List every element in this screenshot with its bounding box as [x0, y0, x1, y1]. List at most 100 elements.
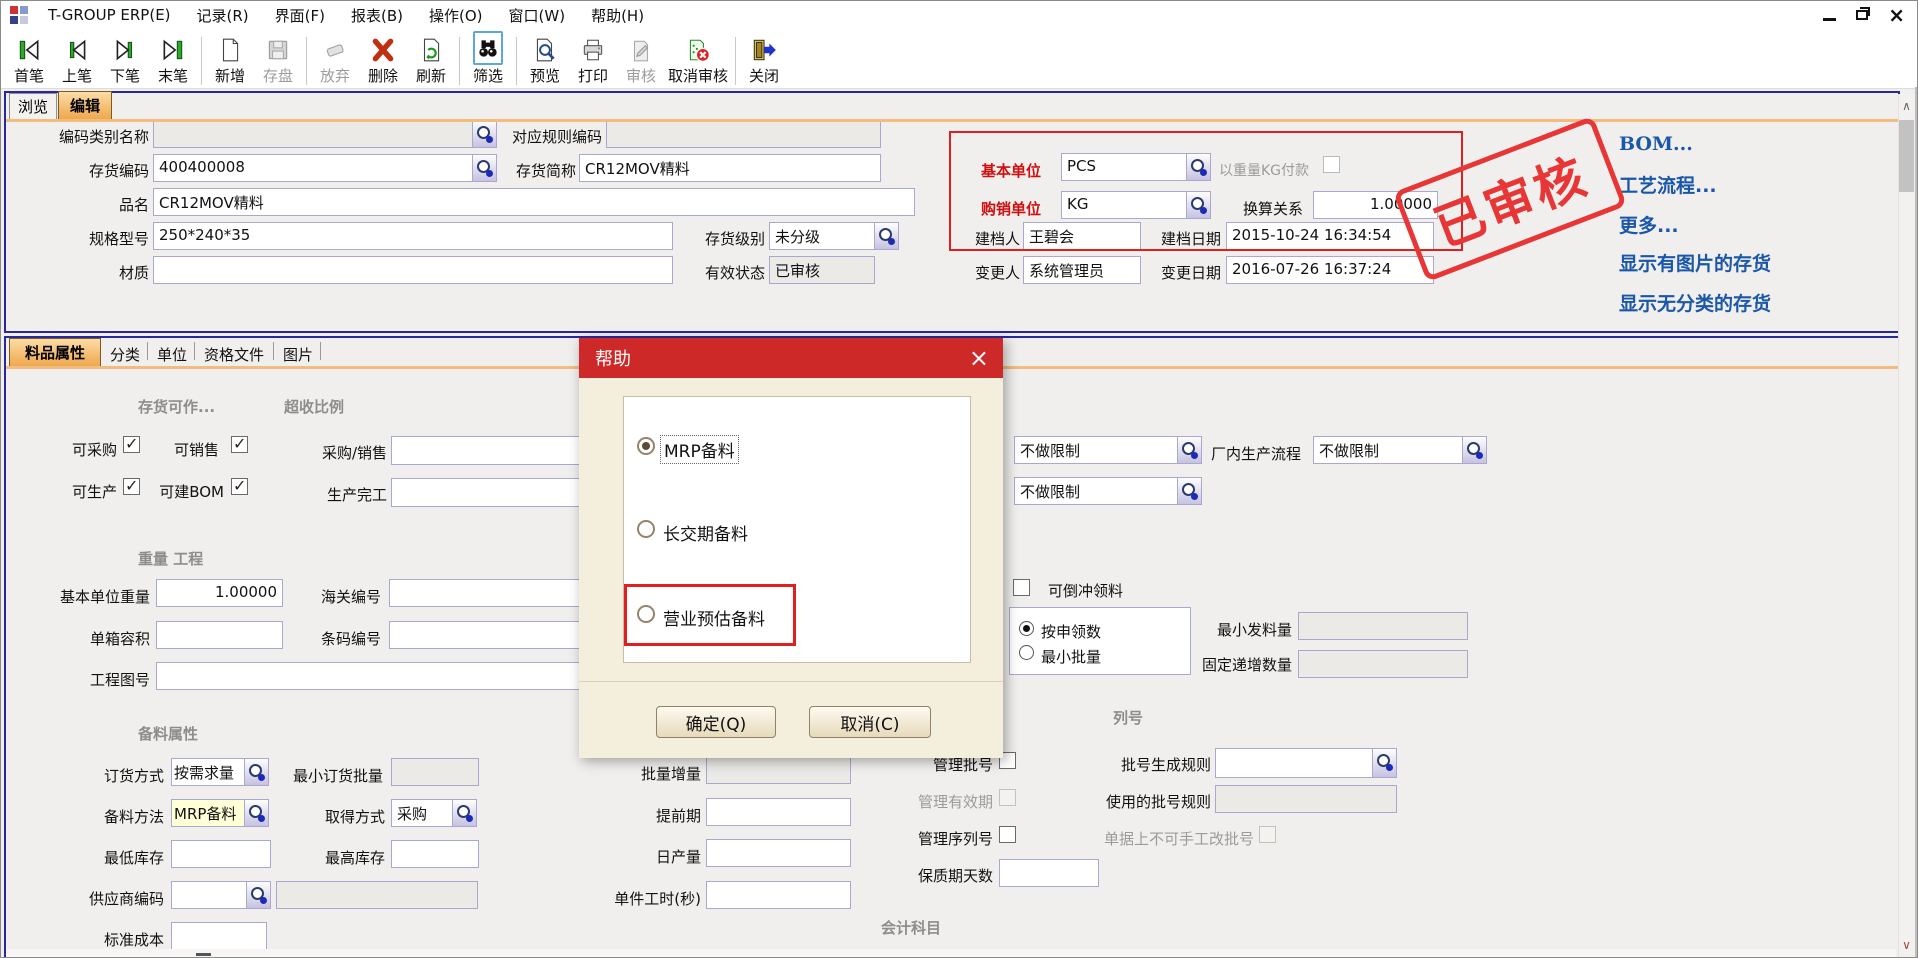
supplier-code-lookup-icon[interactable]	[247, 881, 271, 909]
purchasable-checkbox[interactable]	[123, 436, 140, 453]
can-bom-checkbox[interactable]	[231, 478, 248, 495]
order-mode-field[interactable]: 按需求量	[171, 758, 245, 786]
tab-unit[interactable]: 单位	[157, 344, 187, 365]
batch-rule-lookup-icon[interactable]	[1373, 748, 1397, 778]
toolbar-print[interactable]: 打印	[569, 34, 617, 88]
minimize-icon[interactable]	[1823, 18, 1836, 21]
acquire-mode-field[interactable]: 采购	[391, 799, 453, 827]
acquire-mode-lookup-icon[interactable]	[453, 799, 477, 827]
scroll-down-icon[interactable]: ∨	[1898, 933, 1915, 957]
show-unclassified-link[interactable]: 显示无分类的存货	[1619, 289, 1771, 316]
base-weight-field[interactable]: 1.00000	[156, 579, 283, 607]
toolbar-close[interactable]: 关闭	[740, 34, 788, 88]
tab-browse[interactable]: 浏览	[9, 93, 57, 119]
horizontal-scrollbar-thumb[interactable]	[196, 953, 211, 956]
toolbar-last-record[interactable]: 末笔	[149, 34, 197, 88]
supplier-code-field[interactable]	[171, 881, 247, 909]
menu-report[interactable]: 报表(B)	[338, 5, 416, 26]
prep-method-lookup-icon[interactable]	[245, 799, 269, 827]
help-dialog-titlebar[interactable]: 帮助 ×	[579, 338, 1003, 378]
bom-link[interactable]: BOM...	[1619, 133, 1693, 155]
limit2-field[interactable]: 不做限制	[1014, 477, 1178, 505]
toolbar-delete[interactable]: 删除	[359, 34, 407, 88]
option-long-lead-label[interactable]: 长交期备料	[663, 520, 748, 545]
limit2-lookup-icon[interactable]	[1178, 477, 1202, 505]
menu-tgroup-erp[interactable]: T-GROUP ERP(E)	[35, 6, 184, 24]
drawing-number-field[interactable]	[156, 662, 591, 690]
product-name-field[interactable]: CR12MOV精料	[153, 188, 915, 216]
material-field[interactable]	[153, 256, 673, 284]
scroll-up-icon[interactable]: ∧	[1898, 94, 1915, 118]
tab-classification[interactable]: 分类	[110, 344, 140, 365]
code-category-field[interactable]	[153, 120, 473, 148]
cancel-button[interactable]: 取消(C)	[809, 706, 931, 738]
more-link[interactable]: 更多...	[1619, 211, 1679, 238]
menu-help[interactable]: 帮助(H)	[578, 5, 657, 26]
min-issue-label: 最小发料量	[1214, 619, 1292, 640]
spec-field[interactable]: 250*240*35	[153, 222, 673, 250]
limit1-lookup-icon[interactable]	[1178, 436, 1202, 464]
box-volume-field[interactable]	[156, 621, 283, 649]
by-application-radio[interactable]	[1019, 621, 1034, 636]
tab-qualification-files[interactable]: 资格文件	[204, 344, 264, 365]
daily-output-field[interactable]	[706, 839, 851, 867]
customs-code-field[interactable]	[389, 579, 591, 607]
toolbar-refresh[interactable]: 刷新	[407, 34, 455, 88]
production-done-field[interactable]	[391, 478, 591, 507]
menu-operation[interactable]: 操作(O)	[416, 5, 496, 26]
modify-date-field[interactable]: 2016-07-26 16:37:24	[1226, 256, 1434, 284]
min-stock-field[interactable]	[171, 840, 271, 868]
menu-record[interactable]: 记录(R)	[184, 5, 262, 26]
code-category-lookup-icon[interactable]	[473, 120, 497, 148]
toolbar-filter[interactable]: 筛选	[464, 30, 512, 88]
menu-interface[interactable]: 界面(F)	[262, 5, 338, 26]
level-field[interactable]: 未分级	[769, 222, 875, 250]
vertical-scrollbar-thumb[interactable]	[1899, 120, 1914, 192]
ok-button[interactable]: 确定(Q)	[656, 706, 776, 738]
backflush-checkbox[interactable]	[1013, 579, 1030, 596]
dialog-close-icon[interactable]: ×	[969, 346, 989, 370]
limit1-field[interactable]: 不做限制	[1014, 436, 1178, 464]
close-window-icon[interactable]: ×	[1888, 7, 1905, 23]
factory-flow-field[interactable]: 不做限制	[1313, 436, 1463, 464]
toolbar-new[interactable]: 新增	[206, 34, 254, 88]
item-abbr-field[interactable]: CR12MOV精料	[579, 154, 881, 182]
order-mode-lookup-icon[interactable]	[245, 758, 269, 786]
min-batch-radio[interactable]	[1019, 645, 1034, 660]
manage-serial-checkbox[interactable]	[999, 826, 1016, 843]
process-flow-link[interactable]: 工艺流程...	[1619, 171, 1717, 198]
toolbar-preview[interactable]: 预览	[521, 34, 569, 88]
batch-rule-field[interactable]	[1215, 748, 1373, 778]
lead-time-field[interactable]	[706, 798, 851, 826]
level-lookup-icon[interactable]	[875, 222, 899, 250]
tab-item-attributes[interactable]: 料品属性	[9, 338, 101, 366]
rule-code-field[interactable]	[606, 120, 881, 148]
menu-window[interactable]: 窗口(W)	[496, 5, 579, 26]
tab-edit[interactable]: 编辑	[58, 91, 112, 119]
std-cost-field[interactable]	[171, 922, 267, 950]
over-purchase-sale-field[interactable]	[391, 436, 591, 465]
toolbar-next-record[interactable]: 下笔	[101, 34, 149, 88]
unit-hours-field[interactable]	[706, 881, 851, 909]
horizontal-scrollbar[interactable]	[6, 949, 1896, 957]
toolbar-prev-record[interactable]: 上笔	[53, 34, 101, 88]
shelf-life-field[interactable]	[999, 859, 1099, 887]
toolbar-cancel-audit[interactable]: 取消审核	[665, 34, 731, 88]
vertical-scrollbar[interactable]	[1898, 94, 1916, 958]
toolbar-first-record[interactable]: 首笔	[5, 34, 53, 88]
show-with-image-link[interactable]: 显示有图片的存货	[1619, 249, 1771, 276]
item-code-field[interactable]: 400400008	[153, 154, 473, 182]
option-long-lead-radio[interactable]	[637, 520, 655, 538]
option-mrp-label[interactable]: MRP备料	[661, 436, 738, 463]
tab-images[interactable]: 图片	[283, 344, 313, 365]
producible-checkbox[interactable]	[123, 478, 140, 495]
option-mrp-radio[interactable]	[637, 437, 655, 455]
modifier-field[interactable]: 系统管理员	[1023, 256, 1141, 284]
restore-icon[interactable]	[1856, 10, 1868, 20]
factory-flow-lookup-icon[interactable]	[1463, 436, 1487, 464]
item-code-lookup-icon[interactable]	[473, 154, 497, 182]
sellable-checkbox[interactable]	[231, 436, 248, 453]
barcode-field[interactable]	[389, 621, 591, 649]
max-stock-field[interactable]	[391, 840, 479, 868]
prep-method-field[interactable]: MRP备料	[171, 799, 245, 827]
